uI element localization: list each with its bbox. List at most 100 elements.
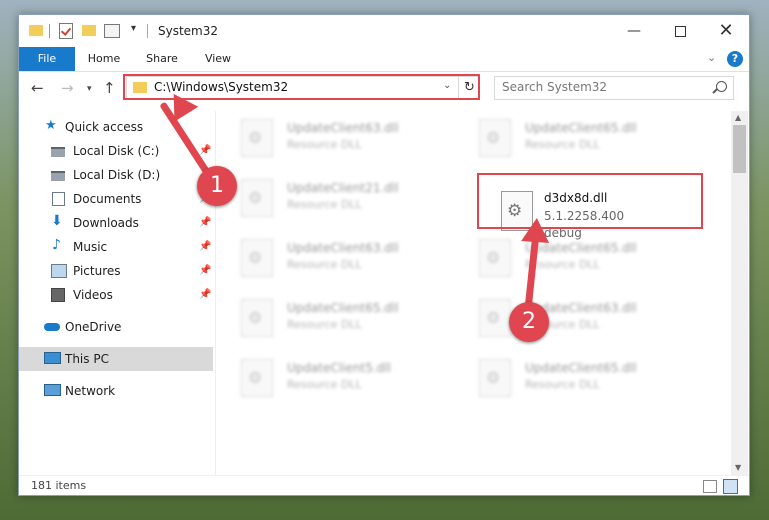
callout-arrowhead [521,217,551,243]
sidebar-item-label: Pictures [73,264,121,278]
step-2-badge: 2 [509,302,549,342]
scrollbar-thumb[interactable] [733,125,746,173]
vertical-scrollbar[interactable]: ▲ ▼ [731,111,748,475]
scroll-up-icon[interactable]: ▲ [735,113,741,122]
maximize-button[interactable] [657,15,703,47]
file-name: UpdateClient63.dll [287,121,399,135]
sidebar-item-onedrive[interactable]: OneDrive [19,315,213,339]
chevron-down-icon[interactable]: ▾ [131,23,136,39]
file-name: UpdateClient65.dll [525,361,637,375]
file-description: Resource DLL [525,138,600,151]
documents-icon [52,192,65,206]
sidebar-item-label: Network [65,384,116,398]
file-item[interactable]: UpdateClient65.dll Resource DLL [457,115,677,163]
details-view-icon[interactable] [703,480,717,493]
sidebar-item-this-pc[interactable]: This PC [19,347,213,371]
file-description: Resource DLL [287,138,362,151]
expand-ribbon-chevron-icon[interactable]: ⌄ [707,51,716,64]
sidebar-item-local-disk-d[interactable]: Local Disk (D:) [19,163,213,187]
sidebar-item-label: This PC [65,352,109,366]
navigation-pane: ★ Quick access Local Disk (C:) 📌 Local D… [19,111,216,475]
sidebar-item-label: Downloads [73,216,139,230]
videos-icon [51,288,65,302]
sidebar-item-label: Local Disk (D:) [73,168,161,182]
onedrive-icon [44,323,60,331]
search-icon [716,81,727,92]
ribbon-tabs: File Home Share View ⌄ ? [19,47,749,72]
file-name: UpdateClient65.dll [525,241,637,255]
search-placeholder: Search System32 [502,80,608,94]
pin-icon[interactable]: 📌 [199,265,211,276]
file-item[interactable]: UpdateClient21.dll Resource DLL [219,175,439,223]
pin-icon[interactable]: 📌 [199,145,211,156]
dll-file-icon [241,119,273,157]
file-name: UpdateClient65.dll [287,301,399,315]
sidebar-item-documents[interactable]: Documents 📌 [19,187,213,211]
downloads-icon: ⬇ [51,213,63,229]
dll-file-icon [241,359,273,397]
file-name: UpdateClient65.dll [525,121,637,135]
help-button[interactable]: ? [727,51,743,67]
scroll-down-icon[interactable]: ▼ [735,463,741,472]
minimize-button[interactable]: — [611,15,657,47]
sidebar-item-music[interactable]: ♪ Music 📌 [19,235,213,259]
sidebar-item-downloads[interactable]: ⬇ Downloads 📌 [19,211,213,235]
title-bar: ▾ System32 — ✕ [19,15,749,47]
recent-locations-chevron-icon[interactable]: ▾ [87,84,92,94]
sidebar-item-label: Videos [73,288,113,302]
dll-file-icon [241,179,273,217]
item-count: 181 items [31,479,87,492]
file-highlight-box [477,173,703,229]
file-item[interactable]: UpdateClient5.dll Resource DLL [219,355,439,403]
sidebar-item-videos[interactable]: Videos 📌 [19,283,213,307]
tab-home[interactable]: Home [79,47,129,71]
file-description: Resource DLL [287,318,362,331]
sidebar-item-label: Quick access [65,120,144,134]
back-button[interactable]: ← [31,79,44,97]
search-input[interactable]: Search System32 [494,76,734,100]
pictures-icon [51,264,67,278]
file-explorer-window: ▾ System32 — ✕ File Home Share View ⌄ ? … [18,14,750,496]
pin-icon[interactable]: 📌 [199,217,211,228]
divider [49,24,50,38]
up-button[interactable]: ↑ [103,79,116,97]
dll-file-icon [479,239,511,277]
status-bar: 181 items [19,475,749,496]
file-list: UpdateClient63.dll Resource DLL UpdateCl… [219,111,729,475]
file-name: UpdateClient5.dll [287,361,391,375]
file-item[interactable]: UpdateClient65.dll Resource DLL [219,295,439,343]
file-item[interactable]: UpdateClient63.dll Resource DLL [219,115,439,163]
tab-file[interactable]: File [19,47,75,71]
sidebar-item-label: OneDrive [65,320,122,334]
new-folder-icon[interactable] [82,25,96,36]
dll-file-icon [479,119,511,157]
file-description: Resource DLL [287,258,362,271]
large-icons-view-icon[interactable] [723,479,738,494]
quick-access-toolbar-icon[interactable] [104,24,120,38]
sidebar-item-label: Music [73,240,108,254]
star-icon: ★ [45,118,57,133]
pin-icon[interactable]: 📌 [199,241,211,252]
file-item[interactable]: UpdateClient63.dll Resource DLL [457,295,677,343]
music-icon: ♪ [52,237,61,253]
close-button[interactable]: ✕ [703,15,749,47]
folder-icon [29,25,43,36]
network-icon [44,384,61,396]
file-description: Resource DLL [287,378,362,391]
properties-check-icon[interactable] [59,23,73,39]
sidebar-item-pictures[interactable]: Pictures 📌 [19,259,213,283]
divider [147,24,148,38]
pin-icon[interactable]: 📌 [199,289,211,300]
tab-view[interactable]: View [195,47,241,71]
file-name: UpdateClient21.dll [287,181,399,195]
file-item[interactable]: UpdateClient65.dll Resource DLL [457,355,677,403]
file-name: UpdateClient63.dll [287,241,399,255]
file-item[interactable]: UpdateClient65.dll Resource DLL [457,235,677,283]
file-item[interactable]: UpdateClient63.dll Resource DLL [219,235,439,283]
forward-button[interactable]: → [61,79,74,97]
tab-share[interactable]: Share [137,47,187,71]
maximize-icon [674,25,686,37]
sidebar-item-label: Local Disk (C:) [73,144,160,158]
sidebar-item-label: Documents [73,192,142,206]
sidebar-item-network[interactable]: Network [19,379,213,403]
